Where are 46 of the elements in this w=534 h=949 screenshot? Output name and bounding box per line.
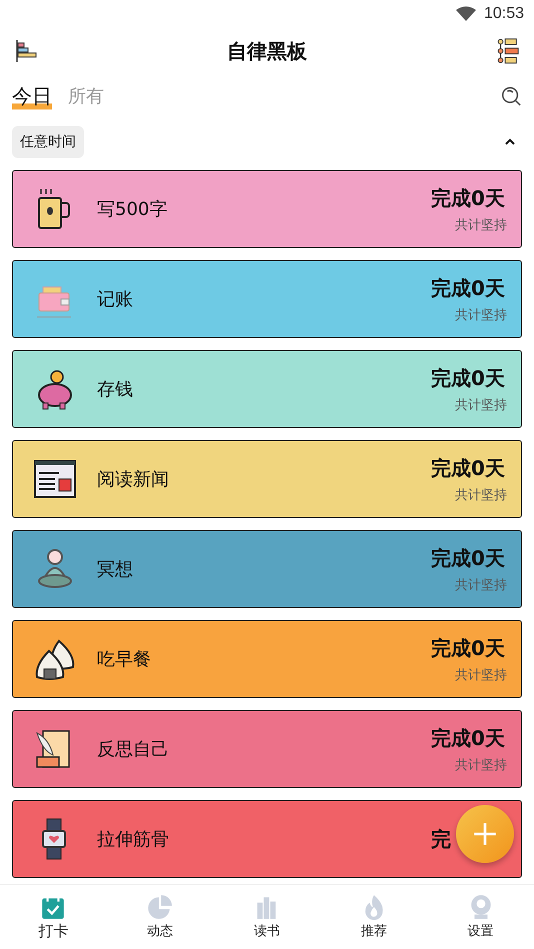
bar-chart-icon[interactable] — [14, 38, 38, 64]
completed-days: 完成0天 — [431, 724, 505, 752]
habit-name: 阅读新闻 — [97, 468, 169, 491]
streak-label: 共计坚持 — [455, 756, 507, 774]
completed-days: 完成0天 — [431, 274, 505, 302]
habit-name: 冥想 — [97, 558, 133, 581]
habit-card[interactable]: 吃早餐 完成0天 共计坚持 — [12, 620, 522, 698]
timeline-list-icon[interactable] — [496, 38, 520, 64]
streak-label: 共计坚持 — [455, 576, 507, 594]
streak-label: 共计坚持 — [455, 216, 507, 234]
streak-label: 共计坚持 — [455, 396, 507, 414]
clock-time: 10:53 — [484, 5, 524, 23]
nav-tab[interactable]: 打卡 — [0, 885, 107, 949]
streak-label: 共计坚持 — [455, 666, 507, 684]
search-icon[interactable] — [500, 85, 522, 107]
habit-card[interactable]: 反思自己 完成0天 共计坚持 — [12, 710, 522, 788]
habit-card[interactable]: 拉伸筋骨 完 — [12, 800, 522, 878]
nav-tab[interactable]: 动态 — [106, 885, 214, 949]
chevron-icon[interactable] — [504, 138, 516, 146]
habit-name: 拉伸筋骨 — [97, 828, 169, 851]
streak-label: 共计坚持 — [455, 486, 507, 504]
habit-card[interactable]: 存钱 完成0天 共计坚持 — [12, 350, 522, 428]
habit-name: 记账 — [97, 288, 133, 311]
completed-days: 完成0天 — [431, 544, 505, 572]
habit-name: 写500字 — [97, 198, 168, 221]
habit-name: 反思自己 — [97, 738, 169, 761]
pie-chart-icon — [147, 894, 174, 920]
habit-name: 存钱 — [97, 378, 133, 401]
nav-tab[interactable]: 读书 — [214, 885, 320, 949]
completed-days: 完成0天 — [431, 364, 505, 392]
nav-tab[interactable]: 设置 — [427, 885, 534, 949]
completed-days: 完成0天 — [431, 454, 505, 482]
habit-card[interactable]: 记账 完成0天 共计坚持 — [12, 260, 522, 338]
time-filter-chip[interactable]: 任意时间 — [12, 126, 84, 158]
completed-days: 完成0天 — [431, 184, 505, 212]
habit-name: 吃早餐 — [97, 648, 151, 671]
nav-tab[interactable]: 推荐 — [320, 885, 428, 949]
app-title: 自律黑板 — [227, 38, 307, 64]
completed-days: 完成0天 — [431, 634, 505, 662]
habit-card[interactable]: 冥想 完成0天 共计坚持 — [12, 530, 522, 608]
plus-icon — [472, 821, 498, 847]
habit-card[interactable]: 写500字 完成0天 共计坚持 — [12, 170, 522, 248]
completed-days: 完 — [431, 826, 451, 852]
wifi-icon — [456, 6, 476, 22]
streak-label: 共计坚持 — [455, 306, 507, 324]
habit-card[interactable]: 阅读新闻 完成0天 共计坚持 — [12, 440, 522, 518]
